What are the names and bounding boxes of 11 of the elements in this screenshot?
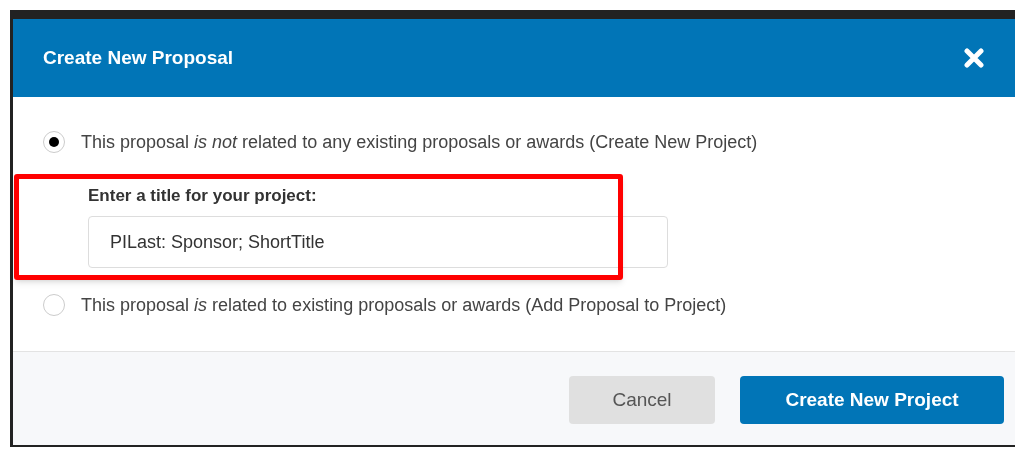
radio-button[interactable] [43,294,65,316]
field-label: Enter a title for your project: [88,185,318,207]
radio-button[interactable] [43,131,65,153]
create-project-button[interactable]: Create New Project [740,376,1004,424]
close-icon [964,48,984,68]
option-label: This proposal is not related to any existing proposals or awards (Create New Project) [81,130,758,154]
cancel-button[interactable]: Cancel [569,376,715,424]
option-label: This proposal is related to existing proposals or awards (Add Proposal to Project) [81,293,727,317]
close-button[interactable] [963,47,985,69]
title-input[interactable]: PILast: Sponsor; ShortTitle [88,216,668,268]
dialog-title: Create New Proposal [43,45,234,70]
